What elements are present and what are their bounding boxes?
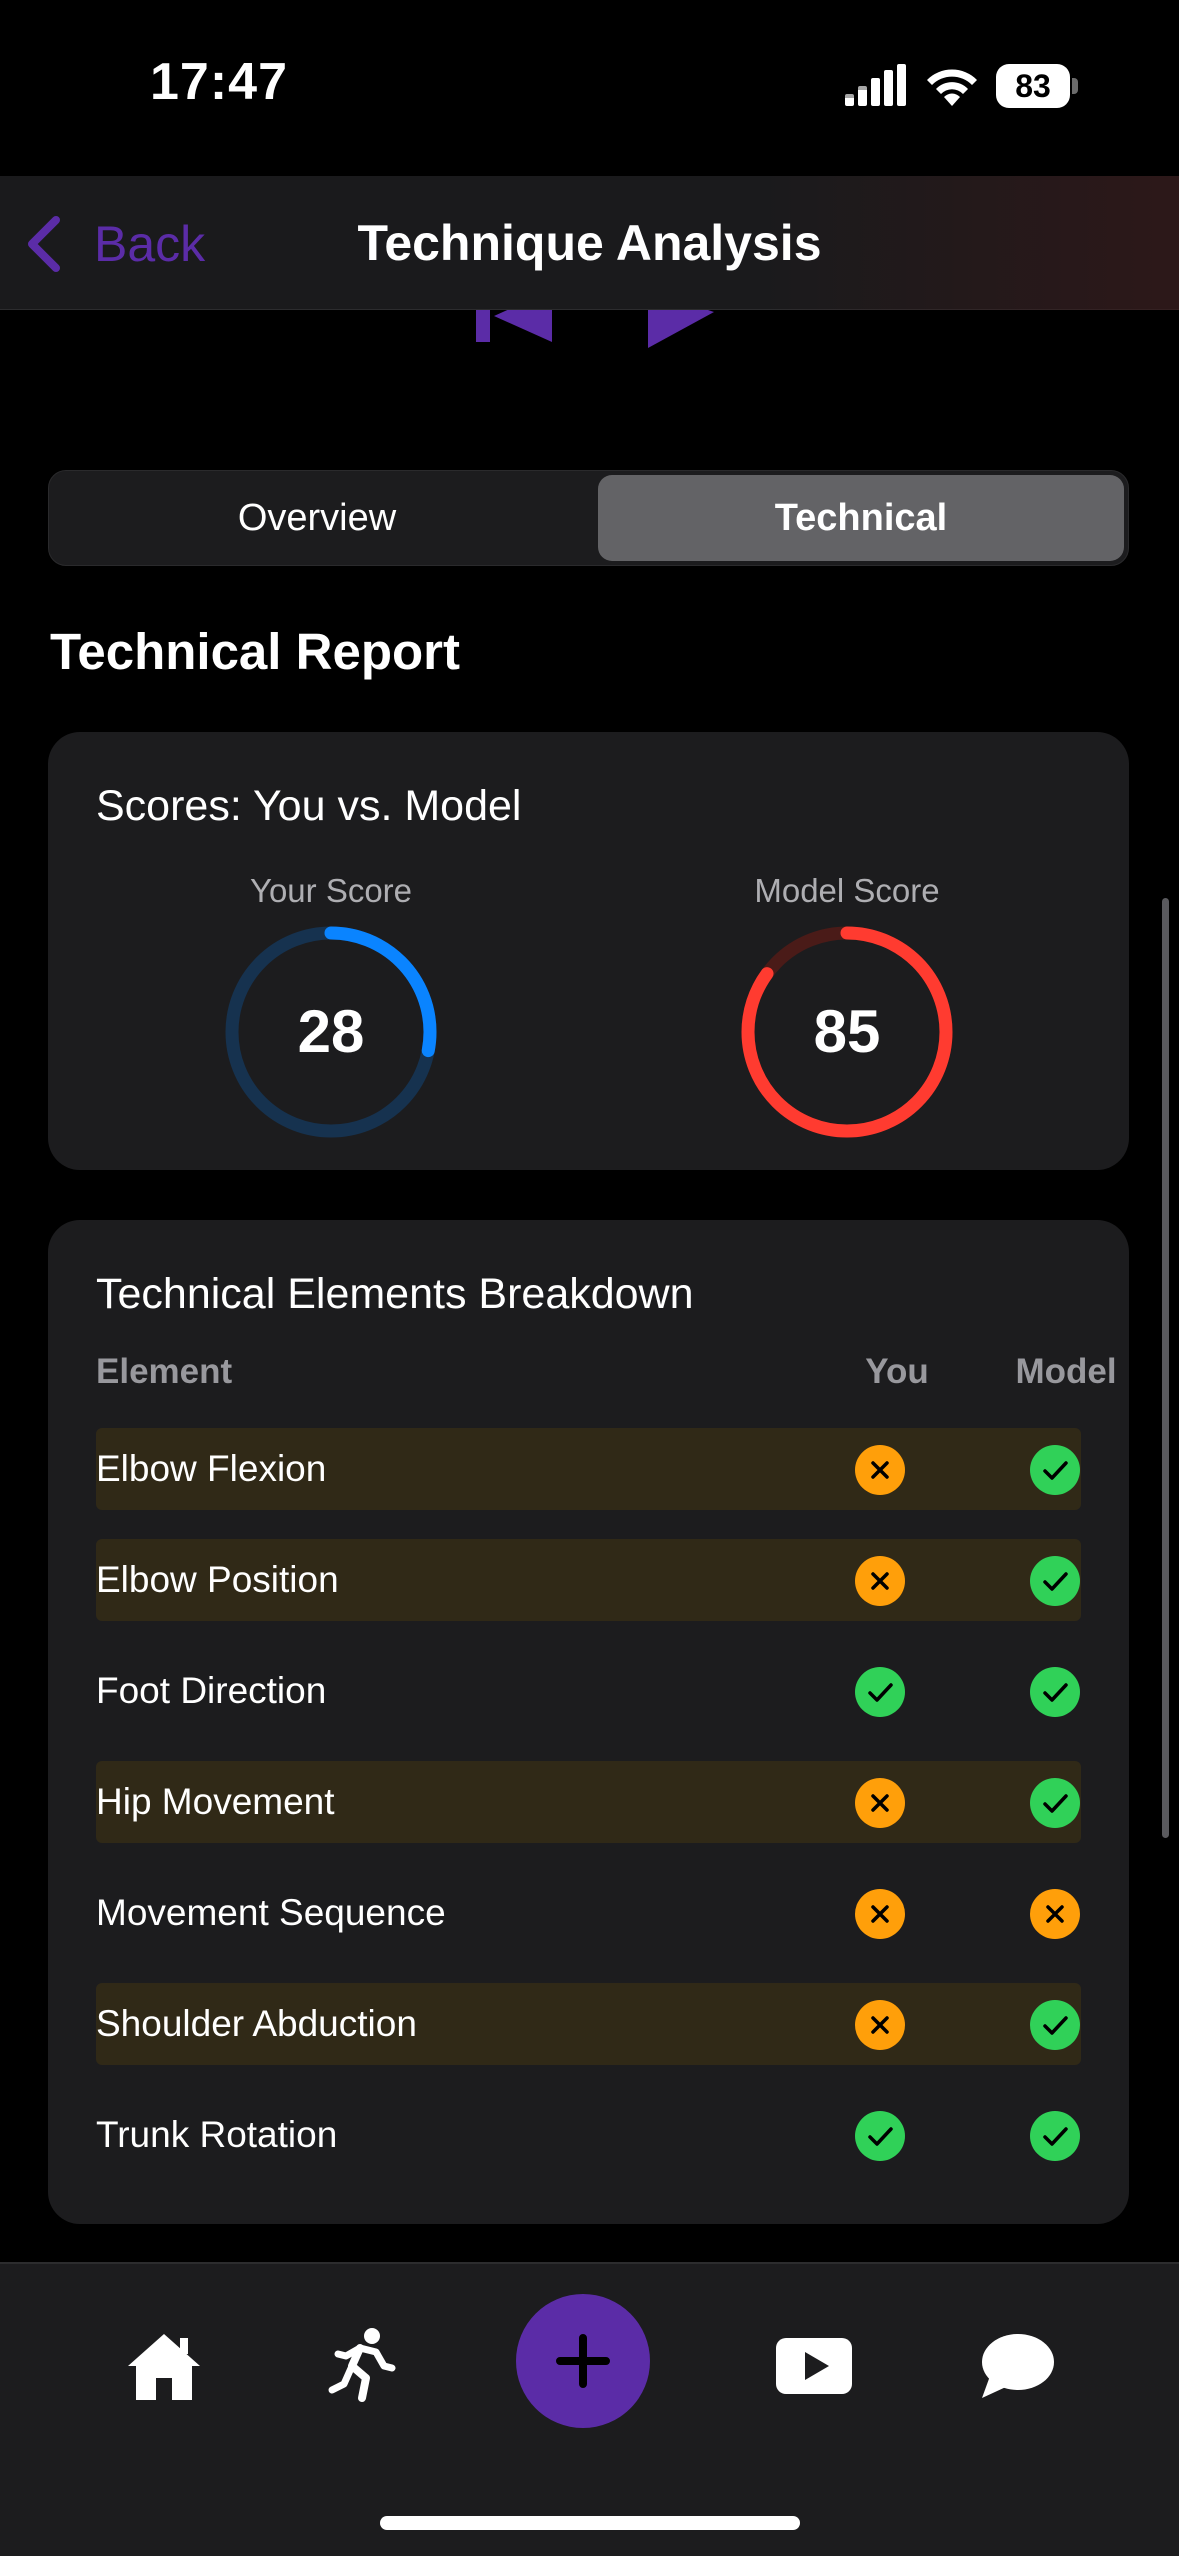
check-icon: [855, 1667, 905, 1717]
breakdown-rows: Elbow Flexion Elbow Position Foot Directio…: [96, 1428, 1081, 2205]
wifi-icon: [927, 69, 977, 106]
table-row: Shoulder Abduction: [96, 1983, 1081, 2065]
x-icon: [855, 1778, 905, 1828]
table-row: Movement Sequence: [96, 1872, 1081, 1954]
breakdown-title: Technical Elements Breakdown: [96, 1270, 694, 1318]
table-header: Element You Model: [96, 1352, 1117, 1402]
battery-nub: [1072, 78, 1078, 94]
chevron-left-icon: [28, 216, 60, 272]
table-row: Foot Direction: [96, 1650, 1081, 1732]
model-score-gauge: 85: [737, 922, 957, 1142]
check-icon: [1030, 1556, 1080, 1606]
tab-technical[interactable]: Technical: [598, 475, 1124, 561]
navigation-bar: Technique Analysis Back: [0, 176, 1179, 310]
back-button[interactable]: Back: [24, 212, 205, 276]
x-icon: [855, 2000, 905, 2050]
x-icon: [855, 1445, 905, 1495]
cellular-signal-icon: [845, 64, 906, 106]
your-score-value: 28: [297, 998, 365, 1065]
check-icon: [1030, 2000, 1080, 2050]
screen: 17:47 83 Technique Analysis Back Overvie…: [0, 0, 1179, 2556]
video-icon[interactable]: [774, 2326, 854, 2406]
element-label: Movement Sequence: [96, 1892, 446, 1933]
x-icon: [855, 1556, 905, 1606]
table-row: Trunk Rotation: [96, 2094, 1081, 2176]
activity-icon[interactable]: [322, 2326, 402, 2406]
status-time: 17:47: [150, 53, 288, 111]
your-score-label: Your Score: [249, 872, 413, 909]
home-icon[interactable]: [124, 2326, 204, 2406]
check-icon: [855, 2111, 905, 2161]
status-bar: 17:47 83: [0, 0, 1179, 175]
table-row: Hip Movement: [96, 1761, 1081, 1843]
scores-title: Scores: You vs. Model: [96, 782, 522, 830]
check-icon: [1030, 1778, 1080, 1828]
tab-bar: [0, 2262, 1179, 2556]
element-label: Shoulder Abduction: [96, 2003, 417, 2044]
check-icon: [1030, 1445, 1080, 1495]
home-indicator[interactable]: [380, 2516, 800, 2530]
element-label: Hip Movement: [96, 1781, 335, 1822]
breakdown-card: Technical Elements Breakdown Element You…: [48, 1220, 1129, 2224]
model-score-value: 85: [813, 998, 881, 1065]
column-you: You: [865, 1352, 929, 1391]
element-label: Foot Direction: [96, 1670, 327, 1711]
model-score-label: Model Score: [754, 872, 940, 909]
element-label: Trunk Rotation: [96, 2114, 338, 2155]
section-title: Technical Report: [50, 623, 460, 680]
table-row: Elbow Position: [96, 1539, 1081, 1621]
chat-icon[interactable]: [976, 2326, 1056, 2406]
column-model: Model: [1015, 1352, 1117, 1391]
scores-card: Scores: You vs. Model Your Score 28 Mode…: [48, 732, 1129, 1170]
check-icon: [1030, 2111, 1080, 2161]
your-score-gauge: 28: [221, 922, 441, 1142]
x-icon: [1030, 1889, 1080, 1939]
back-label: Back: [94, 216, 206, 272]
add-button[interactable]: [516, 2294, 650, 2428]
plus-icon: [556, 2334, 610, 2388]
tab-overview[interactable]: Overview: [55, 475, 579, 561]
your-score: Your Score 28: [201, 872, 461, 1142]
element-label: Elbow Flexion: [96, 1448, 327, 1489]
column-element: Element: [96, 1352, 233, 1391]
scrollbar[interactable]: [1162, 898, 1169, 1838]
battery-level: 83: [996, 64, 1070, 108]
model-score: Model Score 85: [717, 872, 977, 1142]
check-icon: [1030, 1667, 1080, 1717]
x-icon: [855, 1889, 905, 1939]
table-row: Elbow Flexion: [96, 1428, 1081, 1510]
battery-icon: 83: [996, 64, 1078, 108]
element-label: Elbow Position: [96, 1559, 339, 1600]
segmented-control: Overview Technical: [48, 470, 1129, 566]
